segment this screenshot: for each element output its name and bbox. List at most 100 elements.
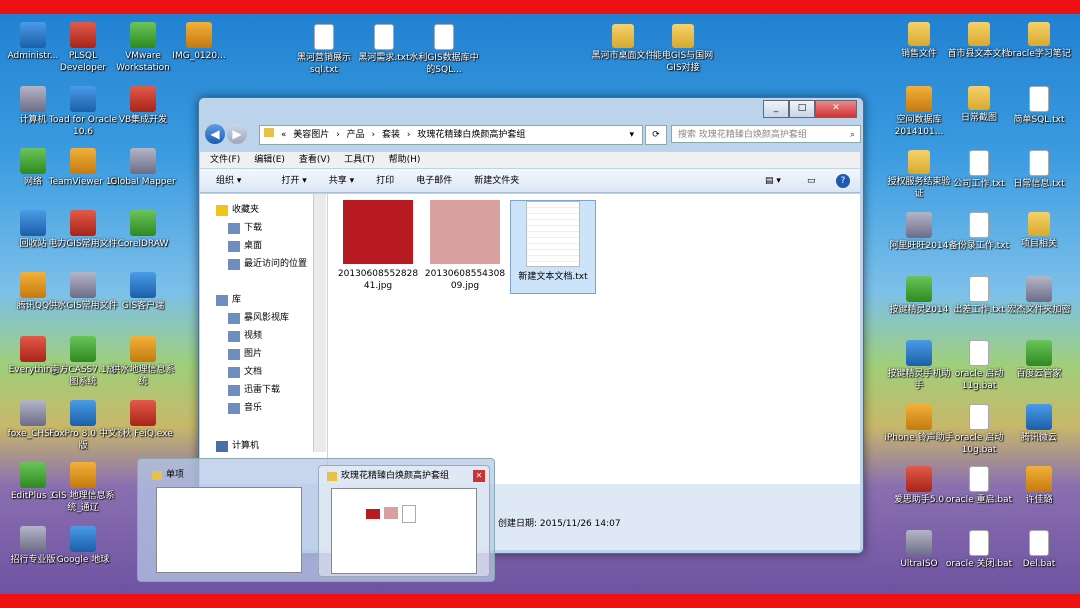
sidebar-item-7[interactable]: 图片 (228, 346, 262, 362)
chevron-down-icon[interactable]: ▾ (629, 126, 634, 144)
menu-file[interactable]: 文件(F) (210, 152, 240, 168)
desktop_left-12[interactable]: CorelDRAW (108, 210, 178, 250)
desktop_top-2[interactable]: 水利GIS数据库中的SQL... (409, 24, 479, 76)
sidebar-item-5[interactable]: 暴风影视库 (228, 310, 289, 326)
desktop_right-23[interactable]: 许佳璐 (1004, 466, 1074, 506)
editplus-icon (20, 462, 46, 488)
file-item-1[interactable]: 20130608554308 09.jpg (423, 200, 507, 292)
desktop_left-18[interactable]: 供水地理信息系统 (108, 336, 178, 388)
file-icon (969, 404, 989, 430)
sidebar-item-2[interactable]: 桌面 (228, 238, 262, 254)
file-icon (1026, 404, 1052, 430)
desktop_right-20[interactable]: 腾讯微云 (1004, 404, 1074, 444)
menu-tools[interactable]: 工具(T) (344, 152, 375, 168)
sidebar-item-label: 库 (232, 295, 242, 305)
sidebar-item-4[interactable]: 库 (216, 292, 241, 308)
breadcrumb-3[interactable]: 产品 (347, 130, 365, 140)
sidebar-item-label: 桌面 (244, 241, 263, 251)
open-button[interactable]: 打开 ▾ (281, 169, 306, 192)
thumbnail-close-icon[interactable]: ✕ (473, 470, 485, 482)
desktop_right-5[interactable]: 简单SQL.txt (1004, 86, 1074, 126)
thumbnail-title: 玫瑰花精臻白焕颜高护套组 (341, 471, 450, 481)
breadcrumb-1[interactable]: 美容图片 (293, 130, 329, 140)
breadcrumb-5[interactable]: 套装 (382, 130, 400, 140)
desktop_left-9[interactable]: Global Mapper (108, 148, 178, 188)
sidebar-item-9[interactable]: 迅雷下载 (228, 382, 280, 398)
desktop-icon-label: 项目相关 (1020, 239, 1057, 249)
status-text: 创建日期: 2015/11/26 14:07 (498, 519, 621, 529)
back-button[interactable]: ◀ (205, 124, 225, 144)
sidebar-scrollbar[interactable] (313, 194, 326, 452)
sidebar-item-6[interactable]: 视频 (228, 328, 262, 344)
search-icon[interactable]: ⌕ (850, 126, 855, 144)
desktop_left-21[interactable]: 飞秋 FeiQ.exe (108, 400, 178, 440)
text-file-icon (526, 201, 580, 267)
minimize-button[interactable]: _ (763, 100, 789, 118)
desktop_top-4[interactable]: 能电GIS与国网GIS对接 (648, 24, 718, 74)
desktop_right-11[interactable]: 项目相关 (1004, 212, 1074, 250)
view-options-icon[interactable]: ▤ ▾ (765, 169, 781, 193)
sidebar-item-label: 计算机 (232, 441, 260, 451)
print-button[interactable]: 打印 (376, 169, 394, 192)
folder-icon (20, 22, 46, 48)
breadcrumb-sep-3: › (406, 130, 411, 140)
coreldraw-icon (130, 210, 156, 236)
address-bar[interactable]: « 美容图片 › 产品 › 套装 › 玫瑰花精臻白焕颜高护套组 ▾ (259, 125, 643, 145)
file-item-2[interactable]: 新建文本文档.txt (510, 200, 596, 294)
file-icon (969, 466, 989, 492)
maximize-button[interactable]: □ (789, 100, 815, 118)
desktop-icon-label: Del.bat (1022, 559, 1056, 569)
desktop_left-23[interactable]: GIS 地理信息系统_通辽 (48, 462, 118, 514)
desktop_left-25[interactable]: Google 地球 (48, 526, 118, 566)
desktop_right-14[interactable]: 宏杰文件夹加密 (1004, 276, 1074, 316)
breadcrumb-7[interactable]: 玫瑰花精臻白焕颜高护套组 (417, 130, 525, 140)
water-icon (130, 336, 156, 362)
preview-pane-icon[interactable]: ▭ (807, 169, 816, 193)
sidebar-item-1[interactable]: 下载 (228, 220, 262, 236)
cass-icon (70, 336, 96, 362)
menu-help[interactable]: 帮助(H) (389, 152, 421, 168)
file-name: 新建文本文档.txt (518, 272, 588, 282)
refresh-icon[interactable]: ⟳ (645, 125, 667, 145)
file-item-0[interactable]: 20130608552828 41.jpg (336, 200, 420, 292)
desktop_right-26[interactable]: Del.bat (1004, 530, 1074, 570)
desktop-icon-label: oracle学习笔记 (1007, 49, 1071, 59)
desktop_left-3[interactable]: IMG_0120... (164, 22, 234, 62)
desktop_right-2[interactable]: oracle学习笔记 (1004, 22, 1074, 60)
thumbnail-single-item[interactable]: 单项 (144, 465, 314, 575)
help-icon[interactable]: ? (836, 174, 850, 188)
sidebar-item-3[interactable]: 最近访问的位置 (228, 256, 307, 272)
thumbnail-doc (402, 505, 416, 523)
forward-button[interactable]: ▶ (227, 124, 247, 144)
thumbnail-current-folder[interactable]: 玫瑰花精臻白焕颜高护套组 ✕ (318, 465, 490, 577)
file-icon (906, 466, 932, 492)
command-bar: 组织 ▾ 打开 ▾ 共享 ▾ 打印 电子邮件 新建文件夹 ▤ ▾ ▭ ? (200, 169, 860, 193)
menu-view[interactable]: 查看(V) (299, 152, 330, 168)
search-input[interactable]: 搜索 玫瑰花精臻白焕颜高护套组 ⌕ (671, 125, 861, 143)
google-earth-icon (70, 526, 96, 552)
close-button[interactable]: ✕ (815, 100, 857, 118)
globe-icon (70, 462, 96, 488)
sidebar-item-10[interactable]: 音乐 (228, 400, 262, 416)
desktop_right-8[interactable]: 日常信息.txt (1004, 150, 1074, 190)
desktop_left-15[interactable]: GIS客户端 (108, 272, 178, 312)
sidebar-item-0[interactable]: 收藏夹 (216, 202, 259, 218)
desktop_right-17[interactable]: 百度云管家 (1004, 340, 1074, 380)
desktop_left-6[interactable]: VB集成开发 (108, 86, 178, 126)
plsql-icon (70, 22, 96, 48)
sidebar-item-8[interactable]: 文档 (228, 364, 262, 380)
email-button[interactable]: 电子邮件 (416, 169, 452, 192)
vb-icon (130, 86, 156, 112)
menu-edit[interactable]: 编辑(E) (254, 152, 285, 168)
organize-button[interactable]: 组织 ▾ (216, 169, 241, 192)
file-icon (908, 150, 930, 174)
sidebar-item-11[interactable]: 计算机 (216, 438, 259, 454)
network-icon (20, 148, 46, 174)
thumbnail-preview (331, 488, 477, 574)
new-folder-button[interactable]: 新建文件夹 (474, 169, 519, 192)
file-icon (314, 24, 334, 50)
taskbar-thumbnails: 单项 玫瑰花精臻白焕颜高护套组 ✕ (137, 458, 495, 582)
file-icon (374, 24, 394, 50)
computer-icon (216, 440, 228, 452)
share-button[interactable]: 共享 ▾ (329, 169, 354, 192)
